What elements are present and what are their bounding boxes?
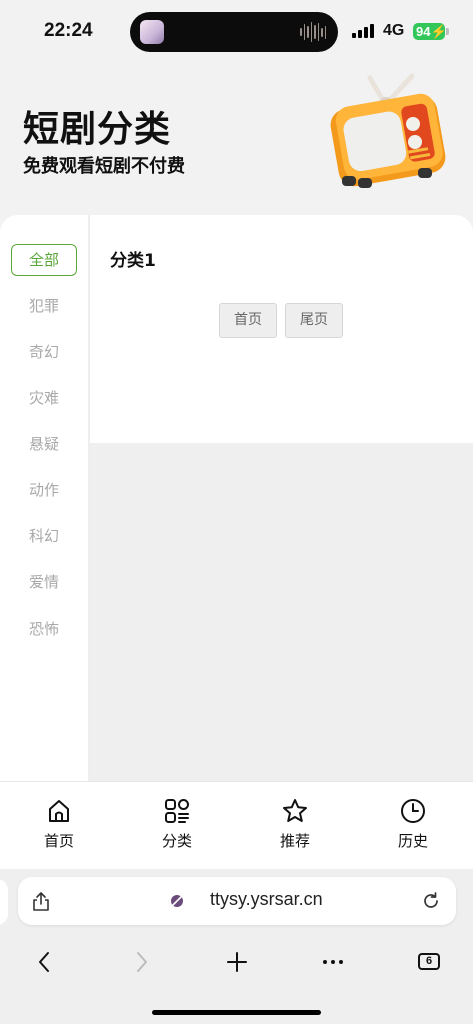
- last-page-button[interactable]: 尾页: [285, 303, 343, 338]
- now-playing-artwork: [140, 20, 164, 44]
- tab-category[interactable]: 分类: [137, 798, 217, 854]
- category-sidebar: 全部 犯罪 奇幻 灾难 悬疑 动作 科幻 爱情 恐怖: [0, 215, 88, 781]
- tab-category-label: 分类: [161, 832, 192, 850]
- page-title: 短剧分类: [23, 109, 172, 150]
- url-text: ttysy.ysrsar.cn: [210, 889, 323, 909]
- back-icon[interactable]: [30, 947, 60, 977]
- home-indicator[interactable]: [152, 1010, 321, 1015]
- empty-content-area: [90, 443, 473, 781]
- category-item-horror[interactable]: 恐怖: [11, 613, 77, 645]
- audio-waveform-icon: [300, 22, 326, 42]
- share-icon[interactable]: [32, 891, 50, 911]
- battery-level: 94: [416, 24, 431, 39]
- address-bar[interactable]: ttysy.ysrsar.cn: [18, 877, 456, 925]
- more-options-icon[interactable]: [318, 947, 348, 977]
- star-icon: [283, 799, 307, 822]
- home-icon: [49, 800, 69, 822]
- tab-home[interactable]: 首页: [19, 798, 99, 854]
- category-item-all[interactable]: 全部: [11, 244, 77, 276]
- tab-recommend[interactable]: 推荐: [255, 798, 335, 854]
- privacy-tracker-icon: [170, 894, 184, 908]
- tab-recommend-label: 推荐: [279, 832, 310, 850]
- tab-history[interactable]: 历史: [373, 798, 453, 854]
- page-subtitle: 免费观看短剧不付费: [23, 156, 185, 177]
- browser-toolbar: ttysy.ysrsar.cn 6: [0, 869, 473, 1024]
- category-item-crime[interactable]: 犯罪: [11, 290, 77, 322]
- category-item-disaster[interactable]: 灾难: [11, 382, 77, 414]
- cellular-signal-icon: [352, 24, 376, 38]
- dynamic-island[interactable]: [130, 12, 338, 52]
- battery-tip: [446, 28, 449, 35]
- clock-icon: [401, 799, 425, 823]
- retro-tv-icon: [330, 73, 446, 188]
- category-item-romance[interactable]: 爱情: [11, 566, 77, 598]
- status-bar: 22:24 4G 94⚡: [0, 0, 473, 64]
- tab-switcher-button[interactable]: 6: [418, 953, 440, 970]
- category-item-fantasy[interactable]: 奇幻: [11, 336, 77, 368]
- category-item-action[interactable]: 动作: [11, 474, 77, 506]
- forward-icon[interactable]: [126, 947, 156, 977]
- battery-icon: 94⚡: [413, 23, 447, 40]
- reload-icon[interactable]: [422, 892, 440, 910]
- tab-home-label: 首页: [43, 832, 74, 850]
- bottom-tab-bar: 首页 分类 推荐 历史: [0, 781, 473, 869]
- status-time: 22:24: [44, 20, 93, 41]
- section-title: 分类1: [110, 251, 156, 271]
- category-item-suspense[interactable]: 悬疑: [11, 428, 77, 460]
- network-type: 4G: [383, 22, 405, 39]
- previous-tab-preview[interactable]: [0, 879, 8, 925]
- category-grid-icon: [165, 799, 189, 823]
- category-item-scifi[interactable]: 科幻: [11, 520, 77, 552]
- page-header: 短剧分类 免费观看短剧不付费: [0, 64, 473, 224]
- new-tab-plus-icon[interactable]: [222, 947, 252, 977]
- category-panel: 全部 犯罪 奇幻 灾难 悬疑 动作 科幻 爱情 恐怖 分类1 首页 尾页: [0, 215, 473, 781]
- category-content: 分类1 首页 尾页: [90, 215, 473, 443]
- tab-history-label: 历史: [397, 832, 428, 850]
- first-page-button[interactable]: 首页: [219, 303, 277, 338]
